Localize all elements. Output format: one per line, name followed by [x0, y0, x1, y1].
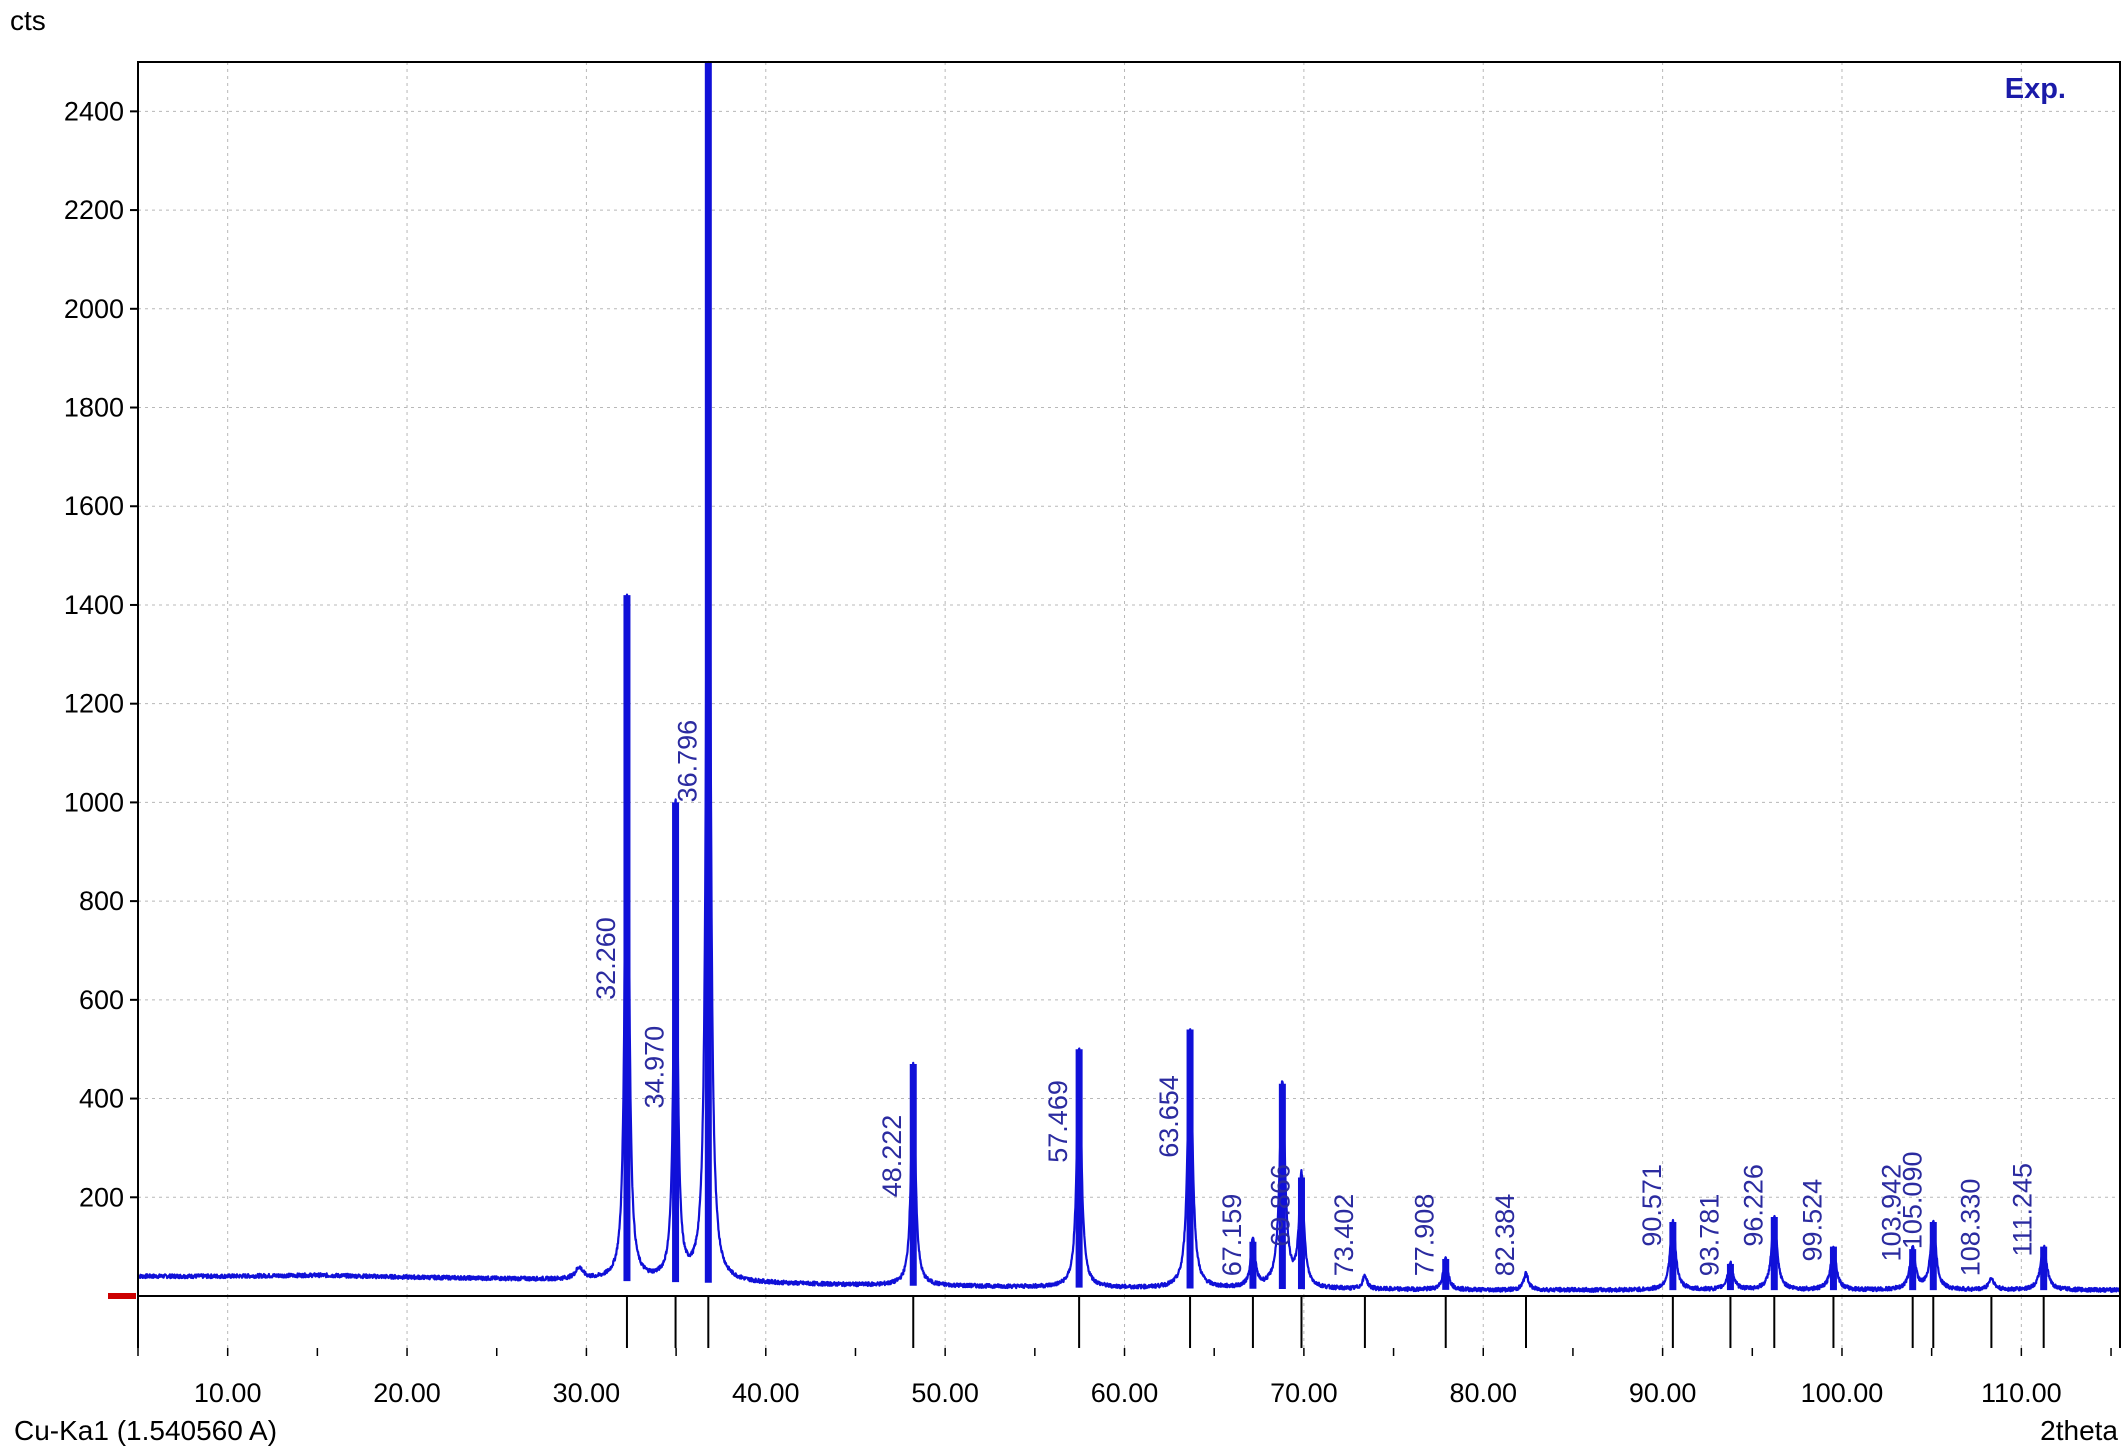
peak-label: 73.402: [1329, 1194, 1359, 1277]
y-tick-label: 1200: [64, 689, 124, 719]
peak-label: 36.796: [672, 720, 702, 803]
peak-label: 77.908: [1410, 1194, 1440, 1277]
y-tick-label: 2200: [64, 195, 124, 225]
x-axis-label: 2theta: [2040, 1415, 2118, 1446]
peak-label: 48.222: [877, 1115, 907, 1198]
peak-label: 32.260: [591, 917, 621, 1000]
wavelength-label: Cu-Ka1 (1.540560 A): [14, 1415, 277, 1446]
y-tick-label: 1400: [64, 590, 124, 620]
peak-label: 63.654: [1154, 1075, 1184, 1158]
legend-entry-exp: Exp.: [2005, 73, 2066, 105]
x-tick-label: 60.00: [1091, 1378, 1159, 1408]
peak-label: 57.469: [1043, 1080, 1073, 1163]
peak-label: 67.159: [1217, 1194, 1247, 1277]
x-tick-label: 30.00: [553, 1378, 621, 1408]
y-tick-label: 1600: [64, 491, 124, 521]
peak-label: 99.524: [1797, 1179, 1827, 1262]
peak-label: 111.245: [2008, 1163, 2038, 1257]
x-tick-label: 100.00: [1801, 1378, 1884, 1408]
peak-label: 82.384: [1490, 1194, 1520, 1277]
peak-label: 93.781: [1694, 1194, 1724, 1277]
peak-label: 90.571: [1637, 1164, 1667, 1247]
x-tick-label: 70.00: [1270, 1378, 1338, 1408]
y-tick-label: 400: [79, 1084, 124, 1114]
y-tick-label: 800: [79, 886, 124, 916]
peak-label: 105.090: [1897, 1151, 1927, 1249]
xrd-chart: 32.260 34.970 36.796 48.222 57.469 63.654 67.1…: [0, 0, 2128, 1454]
y-tick-label: 1800: [64, 393, 124, 423]
y-tick-label: 200: [79, 1182, 124, 1212]
x-tick-label: 10.00: [194, 1378, 262, 1408]
x-tick-label: 90.00: [1629, 1378, 1697, 1408]
y-tick-label: 2400: [64, 96, 124, 126]
x-tick-label: 40.00: [732, 1378, 800, 1408]
x-tick-label: 80.00: [1449, 1378, 1517, 1408]
peak-label: 108.330: [1955, 1179, 1985, 1277]
peak-label: 69.866: [1265, 1164, 1295, 1247]
y-tick-label: 2000: [64, 294, 124, 324]
x-tick-label: 50.00: [911, 1378, 979, 1408]
x-tick-label: 20.00: [373, 1378, 441, 1408]
peak-label: 96.226: [1738, 1164, 1768, 1247]
peak-label: 34.970: [640, 1026, 670, 1109]
y-tick-label: 600: [79, 985, 124, 1015]
x-tick-label: 110.00: [1981, 1378, 2062, 1408]
y-axis-label: cts: [10, 5, 46, 36]
y-tick-label: 1000: [64, 787, 124, 817]
